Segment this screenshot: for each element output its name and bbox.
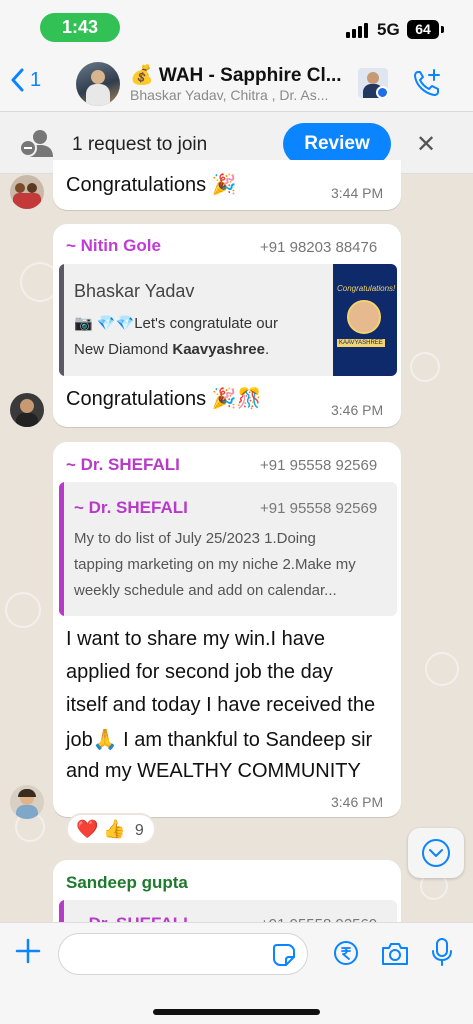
review-button[interactable]: Review — [283, 123, 391, 165]
group-members[interactable]: Bhaskar Yadav, Chitra , Dr. As... — [130, 87, 355, 103]
message-input[interactable] — [58, 933, 308, 975]
group-request-icon — [19, 130, 53, 157]
status-time: 1:43 — [40, 13, 120, 42]
quote-text-line: weekly schedule and add on calendar... — [74, 582, 337, 599]
unread-count: 1 — [30, 68, 42, 91]
group-avatar[interactable] — [76, 62, 120, 106]
message-time: 3:44 PM — [331, 185, 384, 201]
rupee-icon[interactable] — [333, 940, 359, 966]
request-text: 1 request to join — [72, 134, 208, 155]
composer-bar — [0, 922, 473, 1024]
reactions-emoji: ❤️ 👍 — [76, 819, 126, 839]
add-call-icon[interactable] — [412, 68, 442, 98]
quote-phone: +91 95558 92569 — [260, 500, 378, 517]
mic-icon[interactable] — [432, 937, 452, 967]
quote-text-line: 📷 💎💎Let's congratulate our — [74, 315, 278, 332]
message-bubble[interactable]: ~ Dr. SHEFALI +91 95558 92569 ~ Dr. SHEF… — [53, 442, 401, 817]
message-time: 3:46 PM — [331, 402, 384, 418]
home-indicator — [153, 1009, 320, 1015]
sender-avatar[interactable] — [10, 175, 44, 209]
quote-text-line: My to do list of July 25/2023 1.Doing — [74, 530, 316, 547]
quote-author: ~ Dr. SHEFALI — [74, 498, 188, 517]
quote-image[interactable]: Congratulations! KAAVYASHREE — [333, 264, 397, 376]
message-text: Congratulations 🎉🎊 — [66, 388, 262, 410]
quoted-message[interactable]: ~ Dr. SHEFALI +91 95558 92569 My to do l… — [59, 482, 397, 616]
message-text-line: I want to share my win.I have — [66, 628, 326, 650]
sender-name[interactable]: ~ Nitin Gole — [66, 236, 161, 256]
sender-name[interactable]: ~ Dr. SHEFALI — [66, 455, 180, 475]
sender-avatar[interactable] — [10, 393, 44, 427]
sticker-icon[interactable] — [272, 943, 296, 967]
battery-tip — [441, 26, 444, 33]
sender-avatar[interactable] — [10, 785, 44, 819]
sender-phone: +91 98203 88476 — [260, 239, 378, 256]
network-type: 5G — [377, 20, 400, 39]
message-text-line: applied for second job the day — [66, 661, 333, 683]
quote-image-name: KAAVYASHREE — [337, 339, 385, 347]
sender-phone: +91 95558 92569 — [260, 457, 378, 474]
group-title[interactable]: 💰 WAH - Sapphire Cl... — [130, 63, 350, 87]
message-bubble[interactable]: Congratulations 🎉 3:44 PM — [53, 160, 401, 210]
sender-name[interactable]: Sandeep gupta — [66, 873, 188, 893]
chevron-left-icon — [11, 68, 24, 92]
quote-text-line: tapping marketing on my niche 2.Make my — [74, 556, 356, 573]
message-text-line: job🙏 I am thankful to Sandeep sir — [66, 729, 373, 751]
close-icon[interactable]: ✕ — [416, 130, 436, 159]
scroll-down-button[interactable] — [408, 828, 464, 878]
message-text: Congratulations 🎉 — [66, 174, 237, 196]
message-time: 3:46 PM — [331, 794, 384, 810]
message-text-line: and my WEALTHY COMMUNITY — [66, 760, 361, 782]
camera-icon[interactable] — [380, 941, 410, 967]
profile-avatar[interactable] — [358, 68, 388, 98]
plus-icon[interactable] — [15, 938, 41, 964]
quote-text-line: New Diamond Kaavyashree. — [74, 341, 270, 358]
quote-author: Bhaskar Yadav — [74, 281, 195, 301]
battery-icon: 64 — [407, 20, 439, 39]
message-bubble[interactable]: ~ Nitin Gole +91 98203 88476 Bhaskar Yad… — [53, 224, 401, 427]
quoted-message[interactable]: Bhaskar Yadav 📷 💎💎Let's congratulate our… — [59, 264, 397, 376]
back-button[interactable]: 1 — [10, 68, 41, 92]
chat-header: 1 💰 WAH - Sapphire Cl... Bhaskar Yadav, … — [0, 54, 473, 112]
message-text-line: itself and today I have received the — [66, 694, 376, 716]
signal-icon — [346, 23, 368, 38]
status-bar: 1:43 5G 64 — [0, 0, 473, 54]
reactions-pill[interactable]: ❤️ 👍 9 — [66, 813, 156, 845]
quote-image-title: Congratulations! — [337, 284, 396, 293]
scroll-down-icon — [422, 839, 450, 867]
reaction-count: 9 — [134, 822, 144, 839]
